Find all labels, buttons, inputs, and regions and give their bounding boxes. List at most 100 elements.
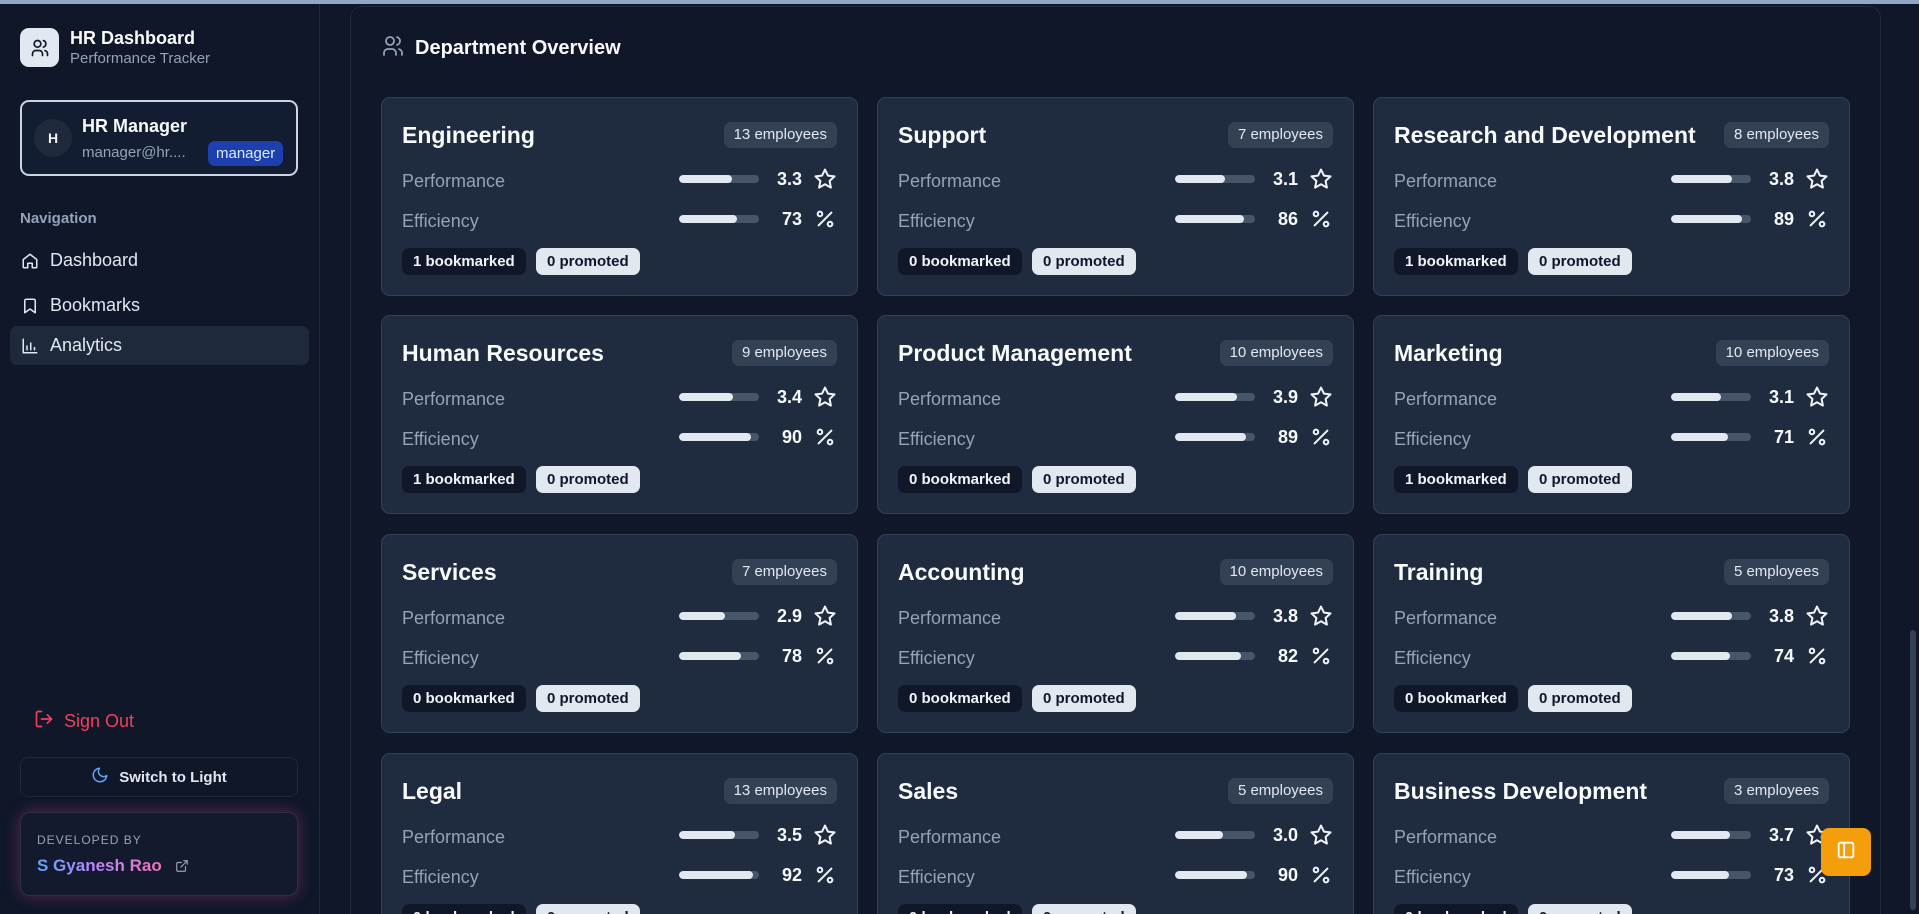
department-card[interactable]: Support 7 employees Performance 3.1 Efficien… (877, 97, 1354, 296)
performance-value: 3.9 (1272, 386, 1298, 407)
department-card[interactable]: Accounting 10 employees Performance 3.8 Effi… (877, 534, 1354, 733)
bookmarked-badge: 0 bookmarked (1394, 685, 1518, 712)
performance-label: Performance (1394, 827, 1498, 847)
percent-icon (1309, 425, 1333, 449)
bookmarked-badge: 1 bookmarked (402, 466, 526, 493)
performance-bar-fill (679, 175, 732, 183)
efficiency-metric: 73 (679, 207, 837, 231)
nav-section-label: Navigation (20, 210, 97, 227)
percent-icon (813, 863, 837, 887)
performance-bar-fill (1671, 393, 1721, 401)
department-card[interactable]: Research and Development 8 employees Perfo… (1373, 97, 1850, 296)
department-card[interactable]: Human Resources 9 employees Performance 3.4… (381, 315, 858, 514)
performance-label: Performance (898, 171, 1002, 191)
star-icon (1805, 167, 1829, 191)
department-card[interactable]: Legal 13 employees Performance 3.5 Efficienc… (381, 753, 858, 914)
employee-count-badge: 5 employees (1227, 778, 1333, 804)
performance-bar-fill (1671, 175, 1732, 183)
department-card[interactable]: Training 5 employees Performance 3.8 Efficie… (1373, 534, 1850, 733)
efficiency-label: Efficiency (1394, 429, 1471, 449)
efficiency-bar-fill (1175, 433, 1247, 441)
efficiency-bar-fill (1175, 652, 1241, 660)
efficiency-metric: 89 (1671, 207, 1829, 231)
performance-bar (1175, 393, 1255, 401)
performance-bar (1671, 831, 1751, 839)
efficiency-bar (1671, 871, 1751, 879)
performance-metric: 3.8 (1671, 604, 1829, 628)
percent-icon (1805, 425, 1829, 449)
user-email: manager@hr.... (82, 144, 186, 161)
promoted-badge: 0 promoted (1528, 248, 1632, 275)
moon-icon (91, 766, 109, 788)
external-link-icon[interactable] (175, 859, 189, 878)
performance-bar (679, 175, 759, 183)
bookmarked-badge: 0 bookmarked (898, 685, 1022, 712)
star-icon (813, 823, 837, 847)
efficiency-bar (679, 215, 759, 223)
employee-count-badge: 9 employees (731, 340, 837, 366)
efficiency-bar (1671, 433, 1751, 441)
sign-out-label: Sign Out (64, 711, 135, 731)
performance-label: Performance (898, 827, 1002, 847)
performance-metric: 3.1 (1671, 385, 1829, 409)
sidebar-item-analytics[interactable]: Analytics (10, 326, 309, 365)
efficiency-bar-fill (679, 871, 753, 879)
promoted-badge: 0 promoted (1528, 904, 1632, 914)
sign-out-button[interactable]: Sign Out (34, 709, 134, 734)
employee-count-badge: 3 employees (1723, 778, 1829, 804)
efficiency-metric: 90 (679, 425, 837, 449)
department-card[interactable]: Business Development 3 employees Performan… (1373, 753, 1850, 914)
employee-count-badge: 10 employees (1715, 340, 1829, 366)
sidebar-toggle-button[interactable] (1821, 828, 1871, 876)
performance-value: 3.1 (1768, 386, 1794, 407)
efficiency-value: 82 (1277, 645, 1298, 666)
performance-bar (1175, 612, 1255, 620)
efficiency-label: Efficiency (1394, 648, 1471, 668)
users-icon (20, 28, 59, 67)
percent-icon (1309, 863, 1333, 887)
efficiency-metric: 90 (1175, 863, 1333, 887)
performance-value: 3.5 (776, 824, 802, 845)
efficiency-bar (1175, 871, 1255, 879)
employee-count-badge: 10 employees (1219, 340, 1333, 366)
theme-toggle-button[interactable]: Switch to Light (20, 757, 298, 797)
efficiency-metric: 82 (1175, 644, 1333, 668)
efficiency-metric: 86 (1175, 207, 1333, 231)
sidebar-item-bookmarks[interactable]: Bookmarks (10, 286, 309, 325)
department-card[interactable]: Services 7 employees Performance 2.9 Efficie… (381, 534, 858, 733)
department-name: Business Development (1394, 778, 1648, 804)
performance-label: Performance (402, 827, 506, 847)
employee-count-badge: 13 employees (723, 778, 837, 804)
developer-name-link[interactable]: S Gyanesh Rao (37, 856, 162, 876)
performance-label: Performance (898, 389, 1002, 409)
sidebar-item-label: Analytics (50, 335, 123, 355)
performance-value: 3.4 (776, 386, 802, 407)
page-title: Department Overview (415, 37, 621, 59)
department-name: Training (1394, 559, 1484, 585)
performance-metric: 3.0 (1175, 823, 1333, 847)
scrollbar[interactable] (1910, 630, 1916, 910)
percent-icon (1309, 644, 1333, 668)
performance-bar (1671, 393, 1751, 401)
efficiency-value: 89 (1277, 426, 1298, 447)
percent-icon (813, 644, 837, 668)
efficiency-bar (679, 433, 759, 441)
bookmarked-badge: 1 bookmarked (1394, 466, 1518, 493)
efficiency-value: 89 (1773, 208, 1794, 229)
department-card[interactable]: Engineering 13 employees Performance 3.3 Eff… (381, 97, 858, 296)
efficiency-label: Efficiency (402, 867, 479, 887)
user-card[interactable]: H HR Manager manager@hr.... manager (20, 100, 298, 176)
star-icon (1309, 604, 1333, 628)
promoted-badge: 0 promoted (1528, 466, 1632, 493)
promoted-badge: 0 promoted (1032, 248, 1136, 275)
performance-value: 3.3 (776, 168, 802, 189)
department-name: Legal (402, 778, 463, 804)
department-card[interactable]: Marketing 10 employees Performance 3.1 Effic… (1373, 315, 1850, 514)
bookmarked-badge: 1 bookmarked (1394, 248, 1518, 275)
sidebar-item-dashboard[interactable]: Dashboard (10, 241, 309, 280)
department-card[interactable]: Product Management 10 employees Performanc… (877, 315, 1354, 514)
avatar: H (34, 119, 72, 157)
department-card[interactable]: Sales 5 employees Performance 3.0 Efficiency… (877, 753, 1354, 914)
section-header: Department Overview (381, 34, 621, 63)
log-out-icon (34, 709, 54, 734)
